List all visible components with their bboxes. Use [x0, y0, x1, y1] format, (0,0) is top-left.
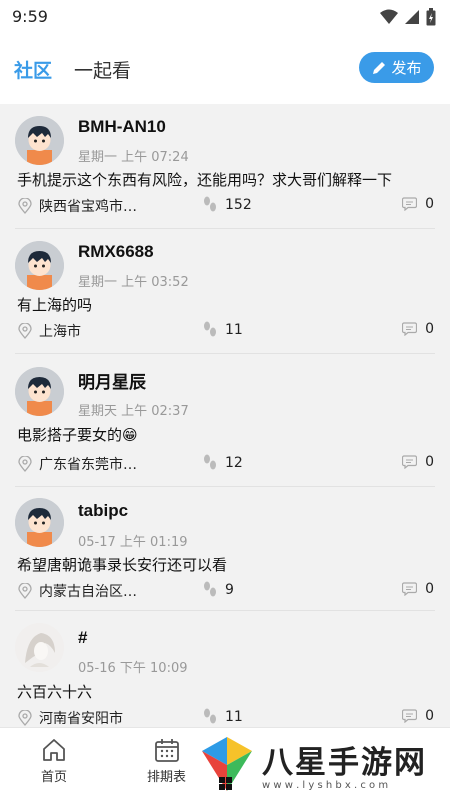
footprint-icon — [204, 196, 216, 212]
post-content[interactable]: 希望唐朝诡事录长安行还可以看 — [17, 554, 227, 575]
comments[interactable]: 0 — [402, 708, 434, 724]
comments-count: 0 — [425, 708, 434, 724]
post-content[interactable]: 六百六十六 — [17, 681, 92, 702]
post-content[interactable]: 电影搭子要女的😁 — [17, 424, 138, 445]
post-time: 05-16 下午 10:09 — [78, 661, 188, 676]
username[interactable]: 明月星辰 — [78, 368, 146, 393]
signal-icon — [405, 10, 419, 24]
status-bar: 9:59 — [0, 0, 450, 34]
footprint-icon — [204, 321, 216, 337]
avatar[interactable] — [15, 498, 64, 547]
tab-community[interactable]: 社区 — [14, 56, 52, 83]
comment-icon — [402, 322, 418, 336]
footprint-icon — [204, 708, 216, 724]
views: 11 — [202, 321, 243, 339]
comment-icon — [402, 455, 418, 469]
comment-icon — [402, 197, 418, 211]
comments[interactable]: 0 — [402, 454, 434, 470]
views-count: 152 — [225, 197, 252, 213]
nav-schedule-label: 排期表 — [147, 770, 187, 785]
username[interactable]: # — [78, 628, 87, 648]
username[interactable]: tabipc — [78, 501, 128, 521]
nav-home-label: 首页 — [41, 770, 68, 785]
location: 陕西省宝鸡市… — [18, 196, 137, 216]
location-text: 内蒙古自治区… — [39, 584, 137, 600]
location-pin-icon — [18, 456, 32, 472]
comment-icon — [402, 709, 418, 723]
post-meta: 陕西省宝鸡市… 152 0 — [0, 196, 450, 220]
top-bar: 社区 一起看 发布 — [0, 34, 450, 104]
location-pin-icon — [18, 710, 32, 726]
post-card[interactable]: 明月星辰 星期天 上午 02:37 电影搭子要女的😁 广东省东莞市… 12 0 — [0, 354, 450, 487]
location-pin-icon — [18, 198, 32, 214]
avatar[interactable] — [15, 116, 64, 165]
location: 广东省东莞市… — [18, 454, 137, 474]
post-time: 05-17 上午 01:19 — [78, 535, 188, 550]
nav-home[interactable]: 首页 — [41, 738, 67, 785]
pen-icon — [373, 61, 386, 74]
location-text: 陕西省宝鸡市… — [39, 199, 137, 215]
views: 152 — [202, 196, 252, 214]
post-meta: 内蒙古自治区… 9 0 — [0, 581, 450, 605]
avatar[interactable] — [15, 623, 64, 672]
views-count: 11 — [225, 322, 243, 338]
comments-count: 0 — [425, 321, 434, 337]
wifi-icon — [380, 9, 398, 24]
post-time: 星期一 上午 07:24 — [78, 150, 189, 165]
status-time: 9:59 — [12, 7, 48, 26]
post-card[interactable]: BMH-AN10 星期一 上午 07:24 手机提示这个东西有风险，还能用吗？求… — [0, 104, 450, 229]
post-content[interactable]: 手机提示这个东西有风险，还能用吗？求大哥们解释一下 — [17, 169, 392, 190]
avatar[interactable] — [15, 367, 64, 416]
post-card[interactable]: tabipc 05-17 上午 01:19 希望唐朝诡事录长安行还可以看 内蒙古… — [0, 487, 450, 611]
location: 上海市 — [18, 321, 81, 341]
watermark-text: 八星手游网 w w w . l y s h b x . c o m — [262, 737, 427, 791]
comments-count: 0 — [425, 196, 434, 212]
comment-icon — [402, 582, 418, 596]
post-time: 星期一 上午 03:52 — [78, 275, 189, 290]
status-icons — [380, 8, 436, 26]
location-text: 河南省安阳市 — [39, 711, 123, 727]
views-count: 11 — [225, 709, 243, 725]
post-feed[interactable]: BMH-AN10 星期一 上午 07:24 手机提示这个东西有风险，还能用吗？求… — [0, 104, 450, 727]
views-count: 9 — [225, 582, 234, 598]
nav-schedule[interactable]: 排期表 — [147, 738, 186, 785]
post-card[interactable]: RMX6688 星期一 上午 03:52 有上海的吗 上海市 11 0 — [0, 229, 450, 354]
footprint-icon — [204, 454, 216, 470]
location-text: 广东省东莞市… — [39, 457, 137, 473]
calendar-icon — [154, 739, 179, 762]
location-pin-icon — [18, 323, 32, 339]
footprint-icon — [204, 581, 216, 597]
publish-label: 发布 — [391, 59, 422, 77]
post-time: 星期天 上午 02:37 — [78, 404, 189, 419]
post-meta: 河南省安阳市 11 0 — [0, 708, 450, 727]
watermark-logo-icon — [202, 736, 252, 791]
location-text: 上海市 — [39, 324, 81, 340]
views: 11 — [202, 708, 243, 726]
tab-watch-together[interactable]: 一起看 — [74, 56, 131, 83]
watermark-url: w w w . l y s h b x . c o m — [262, 779, 389, 791]
avatar[interactable] — [15, 241, 64, 290]
location-pin-icon — [18, 583, 32, 599]
username[interactable]: RMX6688 — [78, 242, 154, 262]
location: 内蒙古自治区… — [18, 581, 137, 601]
comments[interactable]: 0 — [402, 196, 434, 212]
post-content[interactable]: 有上海的吗 — [17, 294, 92, 315]
post-card[interactable]: # 05-16 下午 10:09 六百六十六 河南省安阳市 11 0 — [0, 611, 450, 727]
publish-button[interactable]: 发布 — [359, 52, 434, 83]
site-watermark: 八星手游网 w w w . l y s h b x . c o m — [200, 730, 450, 797]
post-meta: 广东省东莞市… 12 0 — [0, 454, 450, 478]
views: 9 — [202, 581, 234, 599]
post-meta: 上海市 11 0 — [0, 321, 450, 345]
username[interactable]: BMH-AN10 — [78, 117, 166, 137]
watermark-title: 八星手游网 — [262, 744, 427, 781]
home-icon — [43, 739, 65, 761]
comments-count: 0 — [425, 454, 434, 470]
battery-icon — [426, 8, 436, 26]
views: 12 — [202, 454, 243, 472]
comments[interactable]: 0 — [402, 581, 434, 597]
comments-count: 0 — [425, 581, 434, 597]
location: 河南省安阳市 — [18, 708, 123, 727]
comments[interactable]: 0 — [402, 321, 434, 337]
views-count: 12 — [225, 455, 243, 471]
